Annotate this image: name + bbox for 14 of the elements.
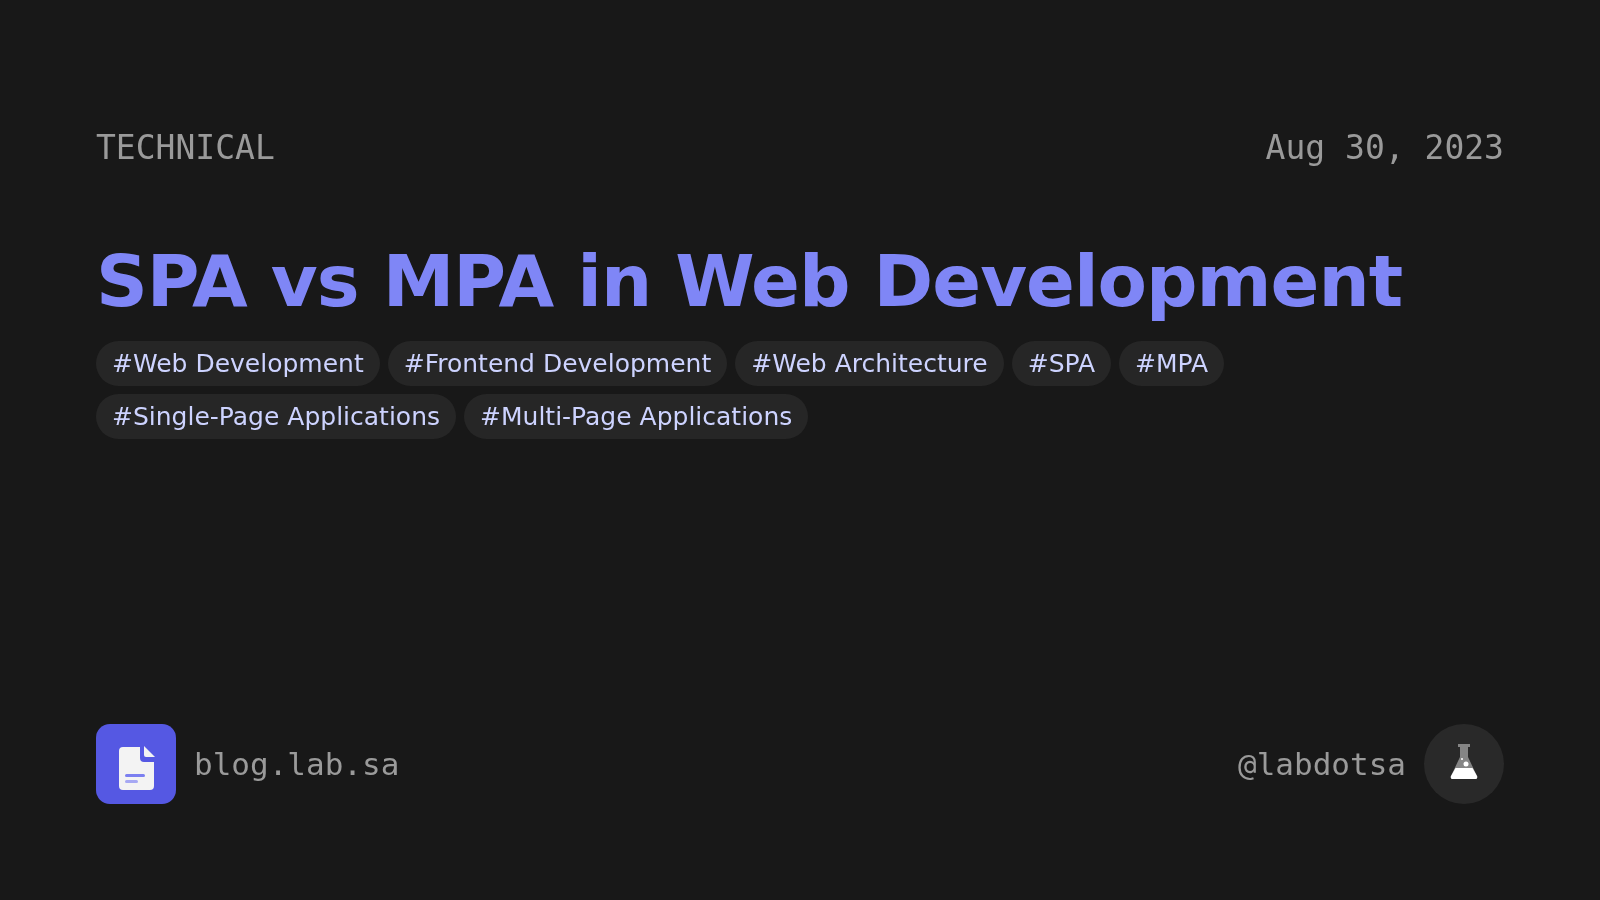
tag-chip: #Web Development <box>96 341 380 386</box>
post-date: Aug 30, 2023 <box>1265 128 1504 167</box>
tag-chip: #Multi-Page Applications <box>464 394 809 439</box>
category-label: TECHNICAL <box>96 128 275 167</box>
tag-chip: #Web Architecture <box>735 341 1004 386</box>
tag-chip: #Frontend Development <box>387 341 728 386</box>
tag-chip: #Single-Page Applications <box>96 394 456 439</box>
flask-icon <box>1424 724 1504 804</box>
site-url: blog.lab.sa <box>194 746 400 782</box>
tag-chip: #SPA <box>1011 341 1112 386</box>
document-icon <box>96 724 176 804</box>
tag-chip: #MPA <box>1119 341 1225 386</box>
social-handle: @labdotsa <box>1238 746 1406 782</box>
post-title: SPA vs MPA in Web Development <box>96 239 1404 323</box>
